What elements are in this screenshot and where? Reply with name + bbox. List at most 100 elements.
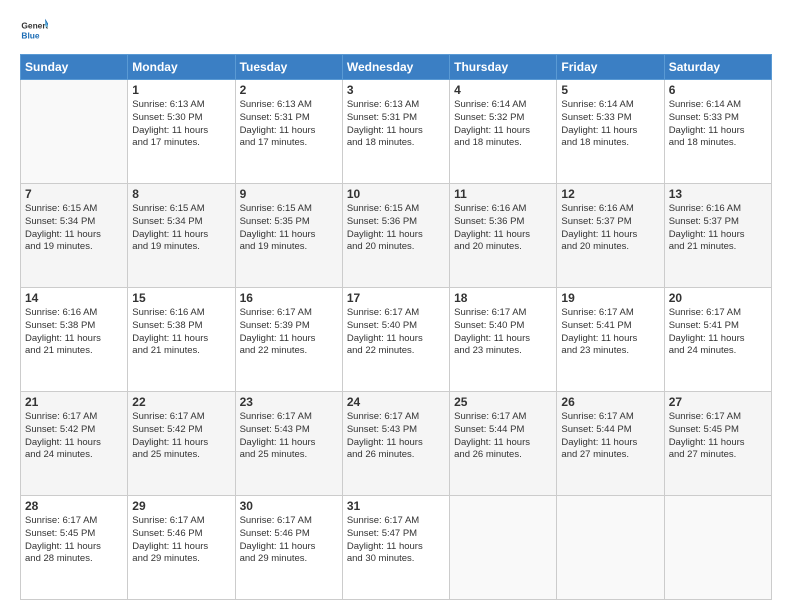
day-info: Sunrise: 6:14 AMSunset: 5:33 PMDaylight:… <box>561 99 659 150</box>
calendar-cell: 29Sunrise: 6:17 AMSunset: 5:46 PMDayligh… <box>128 496 235 600</box>
col-header-tuesday: Tuesday <box>235 55 342 80</box>
week-row-4: 21 Sunrise: 6:17 AMSunset: 5:42 PMDayligh… <box>21 392 772 496</box>
day-number: 12 <box>561 187 659 201</box>
day-number: 3 <box>347 83 445 97</box>
day-info: Sunrise: 6:13 AMSunset: 5:31 PMDaylight:… <box>240 99 338 150</box>
calendar-cell: 10 Sunrise: 6:15 AMSunset: 5:36 PMDayligh… <box>342 184 449 288</box>
day-number: 22 <box>132 395 230 409</box>
calendar-cell: 6 Sunrise: 6:14 AMSunset: 5:33 PMDaylight… <box>664 80 771 184</box>
calendar-cell <box>664 496 771 600</box>
day-info: Sunrise: 6:17 AMSunset: 5:41 PMDaylight:… <box>561 307 659 358</box>
calendar-cell: 19 Sunrise: 6:17 AMSunset: 5:41 PMDayligh… <box>557 288 664 392</box>
calendar-cell: 17 Sunrise: 6:17 AMSunset: 5:40 PMDayligh… <box>342 288 449 392</box>
day-info: Sunrise: 6:14 AMSunset: 5:33 PMDaylight:… <box>669 99 767 150</box>
day-info: Sunrise: 6:16 AMSunset: 5:36 PMDaylight:… <box>454 203 552 254</box>
calendar-cell: 21 Sunrise: 6:17 AMSunset: 5:42 PMDayligh… <box>21 392 128 496</box>
day-number: 5 <box>561 83 659 97</box>
calendar-cell: 7 Sunrise: 6:15 AMSunset: 5:34 PMDaylight… <box>21 184 128 288</box>
day-info: Sunrise: 6:15 AMSunset: 5:36 PMDaylight:… <box>347 203 445 254</box>
day-info: Sunrise: 6:14 AMSunset: 5:32 PMDaylight:… <box>454 99 552 150</box>
day-info: Sunrise: 6:16 AMSunset: 5:38 PMDaylight:… <box>25 307 123 358</box>
day-info: Sunrise: 6:17 AMSunset: 5:46 PMDaylight:… <box>240 515 338 566</box>
day-info: Sunrise: 6:16 AMSunset: 5:37 PMDaylight:… <box>669 203 767 254</box>
svg-text:Blue: Blue <box>21 30 39 40</box>
week-row-5: 28Sunrise: 6:17 AMSunset: 5:45 PMDayligh… <box>21 496 772 600</box>
day-number: 14 <box>25 291 123 305</box>
day-number: 6 <box>669 83 767 97</box>
col-header-friday: Friday <box>557 55 664 80</box>
day-info: Sunrise: 6:17 AMSunset: 5:43 PMDaylight:… <box>240 411 338 462</box>
calendar-cell: 25 Sunrise: 6:17 AMSunset: 5:44 PMDayligh… <box>450 392 557 496</box>
day-info: Sunrise: 6:16 AMSunset: 5:38 PMDaylight:… <box>132 307 230 358</box>
col-header-thursday: Thursday <box>450 55 557 80</box>
day-number: 2 <box>240 83 338 97</box>
day-number: 27 <box>669 395 767 409</box>
day-info: Sunrise: 6:15 AMSunset: 5:34 PMDaylight:… <box>25 203 123 254</box>
day-info: Sunrise: 6:16 AMSunset: 5:37 PMDaylight:… <box>561 203 659 254</box>
day-number: 25 <box>454 395 552 409</box>
day-number: 18 <box>454 291 552 305</box>
calendar-cell: 30 Sunrise: 6:17 AMSunset: 5:46 PMDayligh… <box>235 496 342 600</box>
calendar-cell: 16 Sunrise: 6:17 AMSunset: 5:39 PMDayligh… <box>235 288 342 392</box>
day-info: Sunrise: 6:13 AMSunset: 5:31 PMDaylight:… <box>347 99 445 150</box>
day-number: 10 <box>347 187 445 201</box>
calendar-table: SundayMondayTuesdayWednesdayThursdayFrid… <box>20 54 772 600</box>
day-number: 28 <box>25 499 123 513</box>
calendar-cell: 5 Sunrise: 6:14 AMSunset: 5:33 PMDaylight… <box>557 80 664 184</box>
day-number: 29 <box>132 499 230 513</box>
day-number: 24 <box>347 395 445 409</box>
calendar-cell: 2 Sunrise: 6:13 AMSunset: 5:31 PMDaylight… <box>235 80 342 184</box>
day-number: 16 <box>240 291 338 305</box>
calendar-cell: 4 Sunrise: 6:14 AMSunset: 5:32 PMDaylight… <box>450 80 557 184</box>
day-number: 20 <box>669 291 767 305</box>
day-number: 21 <box>25 395 123 409</box>
calendar-cell: 12 Sunrise: 6:16 AMSunset: 5:37 PMDayligh… <box>557 184 664 288</box>
calendar-cell: 20 Sunrise: 6:17 AMSunset: 5:41 PMDayligh… <box>664 288 771 392</box>
header: General Blue <box>20 16 772 44</box>
calendar-cell: 24 Sunrise: 6:17 AMSunset: 5:43 PMDayligh… <box>342 392 449 496</box>
calendar-cell: 27 Sunrise: 6:17 AMSunset: 5:45 PMDayligh… <box>664 392 771 496</box>
calendar-cell: 1Sunrise: 6:13 AMSunset: 5:30 PMDaylight… <box>128 80 235 184</box>
day-number: 4 <box>454 83 552 97</box>
day-number: 9 <box>240 187 338 201</box>
day-number: 26 <box>561 395 659 409</box>
day-info: Sunrise: 6:17 AMSunset: 5:44 PMDaylight:… <box>561 411 659 462</box>
calendar-cell: 26 Sunrise: 6:17 AMSunset: 5:44 PMDayligh… <box>557 392 664 496</box>
day-number: 7 <box>25 187 123 201</box>
day-info: Sunrise: 6:17 AMSunset: 5:40 PMDaylight:… <box>454 307 552 358</box>
calendar-cell: 14 Sunrise: 6:16 AMSunset: 5:38 PMDayligh… <box>21 288 128 392</box>
col-header-sunday: Sunday <box>21 55 128 80</box>
week-row-2: 7 Sunrise: 6:15 AMSunset: 5:34 PMDaylight… <box>21 184 772 288</box>
day-number: 19 <box>561 291 659 305</box>
day-number: 23 <box>240 395 338 409</box>
day-info: Sunrise: 6:17 AMSunset: 5:42 PMDaylight:… <box>25 411 123 462</box>
calendar-cell: 28Sunrise: 6:17 AMSunset: 5:45 PMDayligh… <box>21 496 128 600</box>
calendar-cell: 13Sunrise: 6:16 AMSunset: 5:37 PMDayligh… <box>664 184 771 288</box>
day-number: 8 <box>132 187 230 201</box>
day-info: Sunrise: 6:17 AMSunset: 5:41 PMDaylight:… <box>669 307 767 358</box>
svg-text:General: General <box>21 21 48 31</box>
day-info: Sunrise: 6:17 AMSunset: 5:43 PMDaylight:… <box>347 411 445 462</box>
day-info: Sunrise: 6:17 AMSunset: 5:45 PMDaylight:… <box>669 411 767 462</box>
day-number: 17 <box>347 291 445 305</box>
calendar-cell <box>450 496 557 600</box>
day-info: Sunrise: 6:17 AMSunset: 5:44 PMDaylight:… <box>454 411 552 462</box>
calendar-cell: 22Sunrise: 6:17 AMSunset: 5:42 PMDayligh… <box>128 392 235 496</box>
day-number: 11 <box>454 187 552 201</box>
day-info: Sunrise: 6:17 AMSunset: 5:40 PMDaylight:… <box>347 307 445 358</box>
day-info: Sunrise: 6:17 AMSunset: 5:47 PMDaylight:… <box>347 515 445 566</box>
calendar-cell: 31Sunrise: 6:17 AMSunset: 5:47 PMDayligh… <box>342 496 449 600</box>
calendar-cell: 23 Sunrise: 6:17 AMSunset: 5:43 PMDayligh… <box>235 392 342 496</box>
day-info: Sunrise: 6:15 AMSunset: 5:34 PMDaylight:… <box>132 203 230 254</box>
calendar-cell: 18 Sunrise: 6:17 AMSunset: 5:40 PMDayligh… <box>450 288 557 392</box>
day-info: Sunrise: 6:17 AMSunset: 5:39 PMDaylight:… <box>240 307 338 358</box>
day-number: 15 <box>132 291 230 305</box>
general-blue-logo-icon: General Blue <box>20 16 48 44</box>
logo: General Blue <box>20 16 48 44</box>
day-number: 1 <box>132 83 230 97</box>
calendar-cell: 9Sunrise: 6:15 AMSunset: 5:35 PMDaylight… <box>235 184 342 288</box>
calendar-header-row: SundayMondayTuesdayWednesdayThursdayFrid… <box>21 55 772 80</box>
day-number: 30 <box>240 499 338 513</box>
calendar-cell <box>21 80 128 184</box>
calendar-cell: 15 Sunrise: 6:16 AMSunset: 5:38 PMDayligh… <box>128 288 235 392</box>
